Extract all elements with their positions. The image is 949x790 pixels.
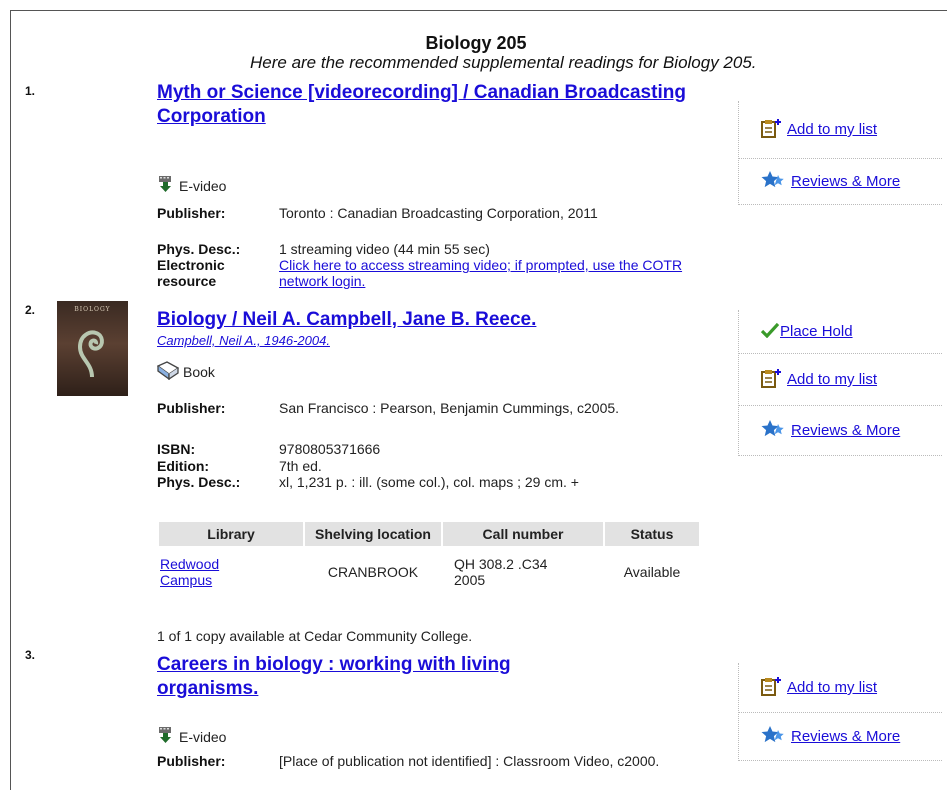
column-header-library: Library xyxy=(158,521,304,547)
star-icon xyxy=(761,419,787,442)
location-cell: CRANBROOK xyxy=(304,547,442,596)
publisher-label: Publisher: xyxy=(157,400,225,416)
record-format: E-video xyxy=(157,726,226,747)
clipboard-add-icon xyxy=(761,118,783,141)
electronic-resource-value: Click here to access streaming video; if… xyxy=(279,257,689,289)
add-to-list-action[interactable]: Add to my list xyxy=(739,354,942,406)
add-to-list-link[interactable]: Add to my list xyxy=(787,121,877,138)
record-format: Book xyxy=(157,360,215,383)
clipboard-add-icon xyxy=(761,368,783,391)
edition-value: 7th ed. xyxy=(279,458,322,474)
isbn-value: 9780805371666 xyxy=(279,441,380,457)
library-link[interactable]: Redwood Campus xyxy=(160,556,250,588)
cover-title: BIOLOGY xyxy=(57,306,128,313)
edition-label: Edition: xyxy=(157,458,209,474)
star-icon xyxy=(761,725,787,748)
publisher-label: Publisher: xyxy=(157,205,225,221)
place-hold-link[interactable]: Place Hold xyxy=(780,323,853,340)
add-to-list-action[interactable]: Add to my list xyxy=(739,663,942,713)
clipboard-add-icon xyxy=(761,676,783,699)
add-to-list-action[interactable]: Add to my list xyxy=(739,101,942,159)
record-title-link[interactable]: Myth or Science [videorecording] / Canad… xyxy=(157,81,717,129)
reviews-link[interactable]: Reviews & More xyxy=(791,728,900,745)
place-hold-action[interactable]: Place Hold xyxy=(739,310,942,354)
add-to-list-link[interactable]: Add to my list xyxy=(787,371,877,388)
availability-summary: 1 of 1 copy available at Cedar Community… xyxy=(157,628,472,644)
book-cover-image: BIOLOGY xyxy=(57,301,128,396)
record-format: E-video xyxy=(157,175,226,196)
status-cell: Available xyxy=(604,547,700,596)
checkmark-icon xyxy=(761,322,779,341)
streaming-video-link[interactable]: Click here to access streaming video; if… xyxy=(279,257,682,289)
record-format-label: Book xyxy=(183,364,215,380)
record-format-label: E-video xyxy=(179,729,226,745)
reviews-action[interactable]: Reviews & More xyxy=(739,406,942,456)
record-format-label: E-video xyxy=(179,178,226,194)
call-number-cell: QH 308.2 .C34 2005 xyxy=(442,547,604,596)
holdings-header-row: Library Shelving location Call number St… xyxy=(158,521,700,547)
electronic-resource-label: Electronicresource xyxy=(157,257,225,289)
publisher-value: [Place of publication not identified] : … xyxy=(279,753,679,769)
phys-desc-value: xl, 1,231 p. : ill. (some col.), col. ma… xyxy=(279,474,579,490)
isbn-label: ISBN: xyxy=(157,441,195,457)
star-icon xyxy=(761,170,787,193)
download-video-icon xyxy=(157,175,175,196)
record-number: 1. xyxy=(25,84,35,98)
phys-desc-label: Phys. Desc.: xyxy=(157,241,240,257)
fiddlehead-image xyxy=(72,323,112,378)
record-title-link[interactable]: Biology / Neil A. Campbell, Jane B. Reec… xyxy=(157,308,717,332)
column-header-shelving-location: Shelving location xyxy=(304,521,442,547)
record-actions: Add to my list Reviews & More xyxy=(738,663,942,761)
record-number: 2. xyxy=(25,303,35,317)
publisher-value: San Francisco : Pearson, Benjamin Cummin… xyxy=(279,400,689,416)
reviews-link[interactable]: Reviews & More xyxy=(791,422,900,439)
open-book-icon xyxy=(157,360,179,383)
table-row: Redwood Campus CRANBROOK QH 308.2 .C34 2… xyxy=(158,547,700,596)
phys-desc-label: Phys. Desc.: xyxy=(157,474,240,490)
publisher-value: Toronto : Canadian Broadcasting Corporat… xyxy=(279,205,689,221)
author-link[interactable]: Campbell, Neil A., 1946-2004. xyxy=(157,333,330,348)
record-number: 3. xyxy=(25,648,35,662)
page-title: Biology 205 xyxy=(316,33,636,54)
page-subtitle: Here are the recommended supplemental re… xyxy=(250,53,757,73)
add-to-list-link[interactable]: Add to my list xyxy=(787,679,877,696)
library-cell: Redwood Campus xyxy=(158,547,304,596)
record-actions: Place Hold Add to my list Reviews & More xyxy=(738,310,942,456)
column-header-status: Status xyxy=(604,521,700,547)
holdings-table: Library Shelving location Call number St… xyxy=(157,520,701,596)
reviews-action[interactable]: Reviews & More xyxy=(739,713,942,761)
publisher-label: Publisher: xyxy=(157,753,225,769)
record-title-link[interactable]: Careers in biology : working with living… xyxy=(157,653,607,701)
reviews-action[interactable]: Reviews & More xyxy=(739,159,942,205)
download-video-icon xyxy=(157,726,175,747)
record-actions: Add to my list Reviews & More xyxy=(738,101,942,205)
reviews-link[interactable]: Reviews & More xyxy=(791,173,900,190)
column-header-call-number: Call number xyxy=(442,521,604,547)
phys-desc-value: 1 streaming video (44 min 55 sec) xyxy=(279,241,490,257)
